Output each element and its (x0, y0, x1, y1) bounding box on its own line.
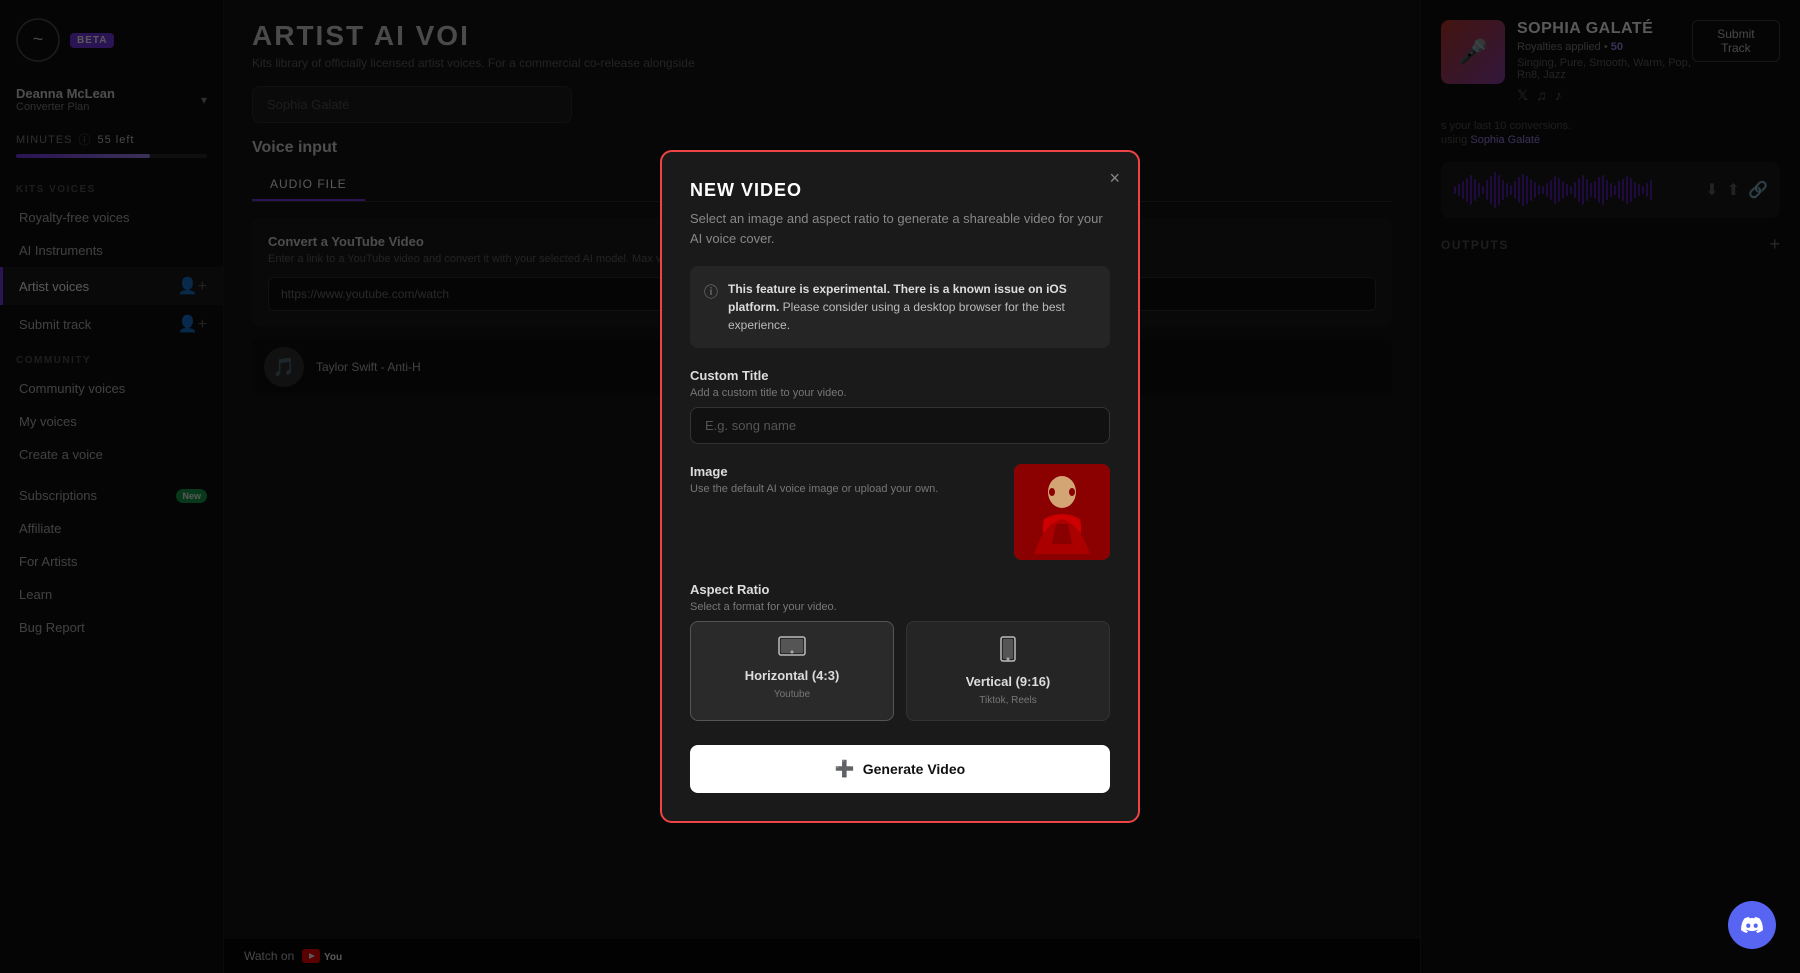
image-preview[interactable] (1014, 464, 1110, 560)
aspect-ratio-section: Aspect Ratio Select a format for your vi… (690, 582, 1110, 721)
aspect-ratio-desc: Select a format for your video. (690, 601, 1110, 613)
modal-close-button[interactable]: × (1109, 168, 1120, 189)
modal-subtitle: Select an image and aspect ratio to gene… (690, 209, 1110, 248)
aspect-options: Horizontal (4:3) Youtube Vertical (9:16)… (690, 621, 1110, 721)
preview-image-svg (1014, 464, 1110, 560)
warning-text: This feature is experimental. There is a… (728, 280, 1096, 334)
vertical-icon (1000, 636, 1016, 668)
discord-button[interactable] (1728, 901, 1776, 949)
image-desc: Use the default AI voice image or upload… (690, 483, 998, 495)
new-video-modal: × NEW VIDEO Select an image and aspect r… (660, 150, 1140, 823)
aspect-vertical-label: Vertical (9:16) (966, 674, 1051, 689)
generate-video-label: Generate Video (863, 761, 965, 777)
info-icon: ⓘ (704, 282, 718, 302)
horizontal-icon (778, 636, 806, 662)
generate-video-button[interactable]: ➕ Generate Video (690, 745, 1110, 793)
aspect-vertical[interactable]: Vertical (9:16) Tiktok, Reels (906, 621, 1110, 721)
aspect-horizontal-label: Horizontal (4:3) (745, 668, 840, 683)
generate-icon: ➕ (835, 759, 855, 779)
aspect-horizontal-platform: Youtube (774, 689, 810, 700)
modal-overlay[interactable]: × NEW VIDEO Select an image and aspect r… (0, 0, 1800, 973)
image-info: Image Use the default AI voice image or … (690, 464, 998, 503)
discord-icon (1741, 917, 1763, 933)
image-section: Image Use the default AI voice image or … (690, 464, 1110, 560)
image-label: Image (690, 464, 998, 479)
custom-title-label: Custom Title (690, 368, 1110, 383)
aspect-vertical-platform: Tiktok, Reels (979, 695, 1036, 706)
aspect-horizontal[interactable]: Horizontal (4:3) Youtube (690, 621, 894, 721)
aspect-ratio-label: Aspect Ratio (690, 582, 1110, 597)
custom-title-desc: Add a custom title to your video. (690, 387, 1110, 399)
custom-title-input[interactable] (690, 407, 1110, 444)
warning-box: ⓘ This feature is experimental. There is… (690, 266, 1110, 348)
modal-title: NEW VIDEO (690, 180, 1110, 201)
